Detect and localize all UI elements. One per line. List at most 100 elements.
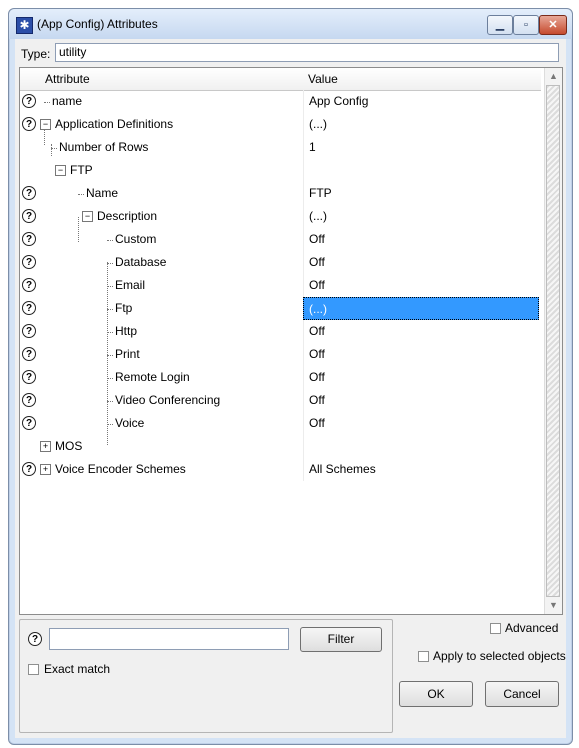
- tree-connector: [107, 263, 113, 264]
- attribute-value[interactable]: 1: [303, 136, 539, 159]
- close-icon: ✕: [548, 19, 558, 31]
- attribute-value[interactable]: All Schemes: [303, 458, 539, 481]
- exact-match-checkbox[interactable]: [28, 664, 39, 675]
- attribute-value[interactable]: Off: [303, 251, 539, 274]
- advanced-label: Advanced: [505, 621, 559, 635]
- attribute-value[interactable]: App Config: [303, 90, 539, 113]
- vertical-scrollbar[interactable]: ▲ ▼: [544, 68, 562, 614]
- attribute-row[interactable]: ? Http Off: [20, 320, 544, 343]
- collapse-icon[interactable]: −: [40, 119, 51, 130]
- window-title: (App Config) Attributes: [37, 17, 158, 31]
- help-icon[interactable]: ?: [22, 94, 36, 108]
- attribute-value[interactable]: Off: [303, 343, 539, 366]
- help-icon[interactable]: ?: [22, 416, 36, 430]
- attribute-name: Database: [115, 255, 167, 269]
- ok-button-label: OK: [427, 687, 445, 701]
- help-icon[interactable]: ?: [22, 301, 36, 315]
- attribute-name: Video Conferencing: [115, 393, 221, 407]
- attribute-value[interactable]: FTP: [303, 182, 539, 205]
- attribute-row[interactable]: ? + Voice Encoder Schemes All Schemes: [20, 458, 544, 481]
- tree-connector: [107, 286, 113, 287]
- tree-connector: [107, 355, 113, 356]
- attribute-row[interactable]: ? − Description (...): [20, 205, 544, 228]
- attribute-value[interactable]: Off: [303, 228, 539, 251]
- attribute-name: name: [52, 94, 83, 108]
- column-header-attribute[interactable]: Attribute: [40, 68, 308, 91]
- expand-icon[interactable]: +: [40, 464, 51, 475]
- attribute-name: Name: [86, 186, 119, 200]
- ok-button[interactable]: OK: [399, 681, 473, 707]
- apply-to-selected-label: Apply to selected objects: [433, 649, 566, 663]
- type-label: Type:: [21, 47, 51, 61]
- attribute-row[interactable]: ? Custom Off: [20, 228, 544, 251]
- advanced-checkbox[interactable]: [490, 623, 501, 634]
- attribute-name: Number of Rows: [59, 140, 149, 154]
- attribute-value[interactable]: Off: [303, 412, 539, 435]
- tree-connector: [78, 194, 84, 195]
- help-icon[interactable]: ?: [22, 462, 36, 476]
- attribute-name: Custom: [115, 232, 157, 246]
- attribute-row[interactable]: ? Name FTP: [20, 182, 544, 205]
- attribute-row[interactable]: + MOS: [20, 435, 544, 458]
- column-header-value[interactable]: Value: [303, 68, 541, 91]
- attribute-name: Application Definitions: [55, 117, 174, 131]
- filter-button[interactable]: Filter: [300, 627, 382, 652]
- scroll-up-icon[interactable]: ▲: [545, 68, 562, 85]
- attribute-row-selected[interactable]: ? Ftp (...): [20, 297, 544, 320]
- attribute-value[interactable]: Off: [303, 389, 539, 412]
- attribute-value[interactable]: Off: [303, 366, 539, 389]
- maximize-button[interactable]: ▫: [513, 15, 539, 35]
- scrollbar-thumb[interactable]: [546, 85, 560, 597]
- help-icon[interactable]: ?: [22, 255, 36, 269]
- attribute-row[interactable]: Number of Rows 1: [20, 136, 544, 159]
- type-field[interactable]: utility: [55, 43, 559, 62]
- attribute-name: Ftp: [115, 301, 133, 315]
- attribute-row[interactable]: ? name App Config: [20, 90, 544, 113]
- attribute-value[interactable]: Off: [303, 320, 539, 343]
- minimize-icon: ▁: [495, 19, 505, 31]
- attribute-name: Print: [115, 347, 140, 361]
- attribute-row[interactable]: ? Video Conferencing Off: [20, 389, 544, 412]
- close-button[interactable]: ✕: [539, 15, 567, 35]
- help-icon[interactable]: ?: [22, 186, 36, 200]
- attributes-grid: Attribute Value ? name App Config ? − Ap…: [19, 67, 563, 615]
- filter-button-label: Filter: [327, 632, 355, 646]
- attribute-row[interactable]: ? − Application Definitions (...): [20, 113, 544, 136]
- help-icon[interactable]: ?: [22, 347, 36, 361]
- attribute-row[interactable]: ? Remote Login Off: [20, 366, 544, 389]
- attribute-row[interactable]: − FTP: [20, 159, 544, 182]
- attribute-row[interactable]: ? Email Off: [20, 274, 544, 297]
- collapse-icon[interactable]: −: [55, 165, 66, 176]
- help-icon[interactable]: ?: [22, 117, 36, 131]
- attribute-row[interactable]: ? Database Off: [20, 251, 544, 274]
- attribute-row[interactable]: ? Print Off: [20, 343, 544, 366]
- attribute-value-selected[interactable]: (...): [303, 297, 539, 320]
- help-icon[interactable]: ?: [22, 278, 36, 292]
- attribute-name: Voice Encoder Schemes: [55, 462, 186, 476]
- help-icon[interactable]: ?: [22, 393, 36, 407]
- attribute-value[interactable]: [303, 159, 539, 182]
- collapse-icon[interactable]: −: [82, 211, 93, 222]
- asterisk-app-icon: ✱: [16, 17, 33, 34]
- expand-icon[interactable]: +: [40, 441, 51, 452]
- help-icon[interactable]: ?: [28, 632, 42, 646]
- help-icon[interactable]: ?: [22, 370, 36, 384]
- attribute-name: MOS: [55, 439, 83, 453]
- minimize-button[interactable]: ▁: [487, 15, 513, 35]
- attribute-value[interactable]: (...): [303, 113, 539, 136]
- help-icon[interactable]: ?: [22, 209, 36, 223]
- help-icon[interactable]: ?: [22, 324, 36, 338]
- attribute-value[interactable]: (...): [303, 205, 539, 228]
- filter-input[interactable]: [49, 628, 289, 650]
- help-icon[interactable]: ?: [22, 232, 36, 246]
- attribute-row[interactable]: ? Voice Off: [20, 412, 544, 435]
- dialog-body: Type: utility Attribute Value ? name App…: [15, 39, 566, 738]
- maximize-icon: ▫: [524, 19, 528, 31]
- scroll-down-icon[interactable]: ▼: [545, 597, 562, 614]
- apply-to-selected-checkbox[interactable]: [418, 651, 429, 662]
- title-bar[interactable]: ✱ (App Config) Attributes ▁ ▫ ✕: [9, 9, 572, 39]
- cancel-button[interactable]: Cancel: [485, 681, 559, 707]
- attribute-value[interactable]: Off: [303, 274, 539, 297]
- attribute-name: Voice: [115, 416, 145, 430]
- attribute-value[interactable]: [303, 435, 539, 458]
